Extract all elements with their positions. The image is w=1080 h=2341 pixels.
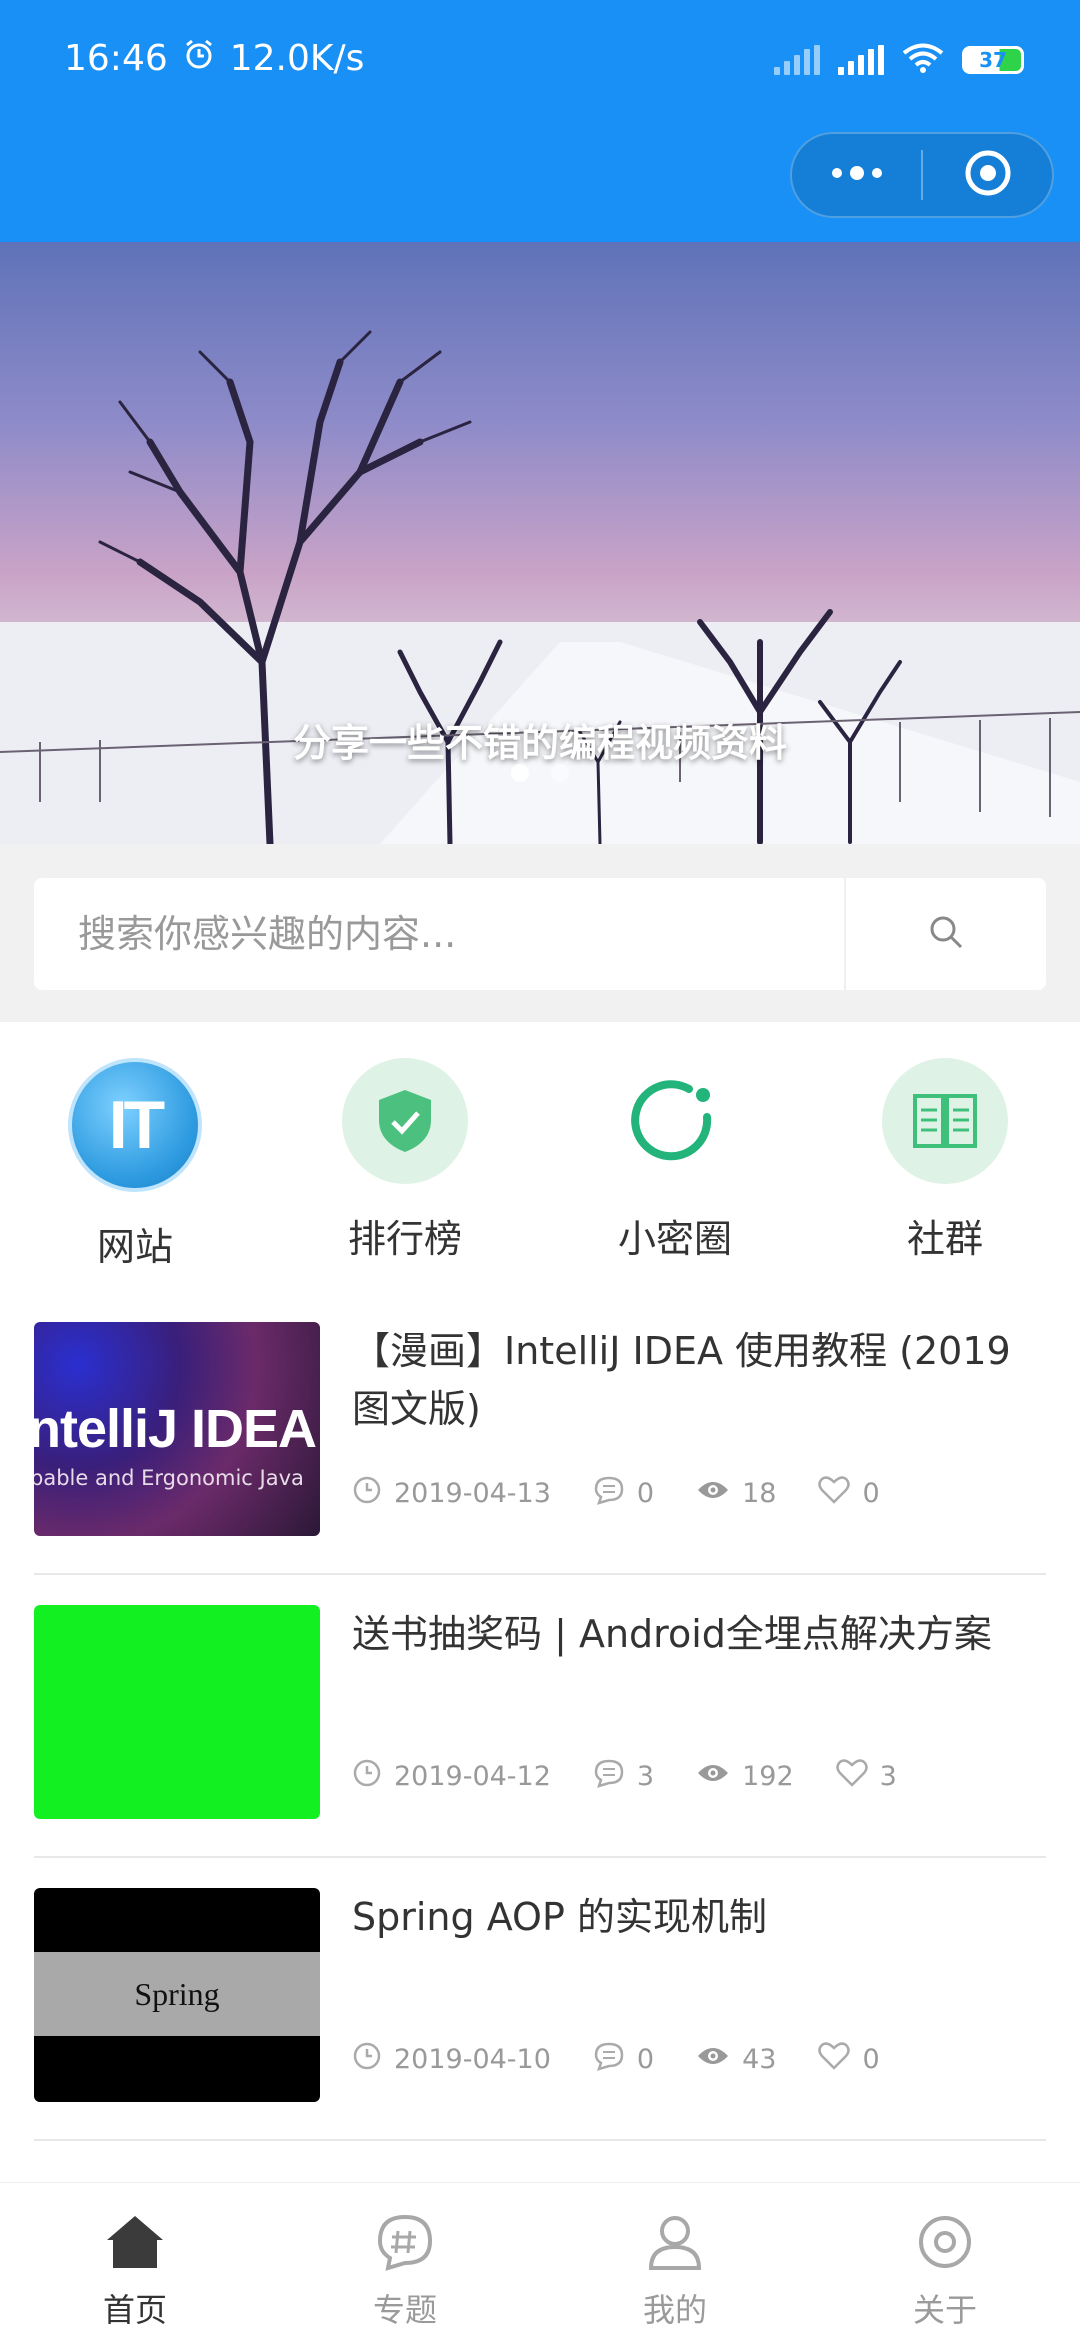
more-dots-icon	[829, 163, 885, 187]
heart-icon[interactable]	[818, 2042, 851, 2077]
comment-icon	[593, 1758, 625, 1795]
article-meta: 2019-04-12 3 192 3	[352, 1758, 939, 1795]
article-item[interactable]: ntelliJ IDEA pable and Ergonomic Java 【漫…	[34, 1292, 1046, 1575]
clock-icon	[352, 1475, 382, 1512]
category-label: 排行榜	[347, 1217, 462, 1261]
tab-home[interactable]: 首页	[0, 2183, 270, 2341]
battery-level: 37	[979, 48, 1007, 72]
article-date: 2019-04-13	[394, 1478, 551, 1509]
about-icon	[916, 2213, 974, 2275]
mini-program-capsule	[790, 132, 1054, 218]
carousel-dot-2[interactable]	[551, 764, 569, 782]
category-label: 网站	[96, 1225, 173, 1269]
close-button[interactable]	[923, 134, 1052, 216]
comment-icon	[593, 1475, 625, 1512]
clock-icon	[352, 2041, 382, 2078]
view-count: 192	[742, 1761, 794, 1792]
tab-label: 首页	[102, 2291, 167, 2329]
thumbnail-subtext: pable and Ergonomic Java	[34, 1466, 304, 1490]
article-title[interactable]: 【漫画】IntelliJ IDEA 使用教程 (2019图文版)	[352, 1322, 1042, 1438]
clock-icon	[352, 1758, 382, 1795]
like-count: 3	[879, 1761, 897, 1792]
category-label: 社群	[906, 1217, 983, 1261]
tab-label: 我的	[642, 2291, 707, 2329]
signal-icon	[838, 45, 884, 75]
topic-icon	[376, 2213, 434, 2275]
view-count: 18	[742, 1478, 777, 1509]
user-icon	[646, 2213, 704, 2275]
comment-icon	[593, 2041, 625, 2078]
category-website[interactable]: IT 网站	[0, 1022, 270, 1292]
like-count: 0	[862, 1478, 880, 1509]
top-header: 16:46 12.0K/s 37	[0, 0, 1080, 242]
comment-count: 3	[636, 1761, 655, 1792]
it-icon: IT	[68, 1058, 202, 1192]
status-bar-left: 16:46 12.0K/s	[64, 34, 364, 82]
eye-icon	[696, 2044, 730, 2075]
view-count: 43	[742, 2044, 777, 2075]
search-button[interactable]	[844, 878, 1046, 990]
thumbnail-text: Spring	[34, 1952, 320, 2036]
eye-icon	[696, 1478, 730, 1509]
banner-caption: 分享一些不错的编程视频资料	[292, 721, 787, 765]
article-meta: 2019-04-10 0 43 0	[352, 2041, 922, 2078]
category-grid: IT 网站 排行榜 小密圈 社群	[0, 1022, 1080, 1292]
search-bar	[34, 878, 1046, 990]
target-icon	[963, 148, 1013, 202]
wifi-icon	[902, 42, 944, 78]
article-thumbnail	[34, 1605, 320, 1819]
tab-about[interactable]: 关于	[810, 2183, 1080, 2341]
carousel-indicator	[0, 764, 1080, 782]
alarm-icon	[182, 37, 216, 80]
tab-topics[interactable]: 专题	[270, 2183, 540, 2341]
banner-carousel[interactable]: 分享一些不错的编程视频资料	[0, 242, 1080, 844]
battery-icon: 37	[962, 46, 1024, 74]
like-count: 0	[862, 2044, 880, 2075]
article-meta: 2019-04-13 0 18 0	[352, 1475, 922, 1512]
article-item[interactable]: 送书抽奖码 | Android全埋点解决方案 2019-04-12 3 192 …	[34, 1575, 1046, 1858]
book-icon	[882, 1058, 1008, 1184]
article-list: ntelliJ IDEA pable and Ergonomic Java 【漫…	[34, 1292, 1046, 2141]
heart-icon[interactable]	[818, 1476, 851, 1511]
search-area	[0, 844, 1080, 1022]
status-bar-right: 37	[774, 36, 1024, 84]
article-title[interactable]: 送书抽奖码 | Android全埋点解决方案	[352, 1605, 1042, 1663]
status-time: 16:46	[64, 37, 168, 79]
home-icon	[104, 2213, 166, 2275]
search-input[interactable]	[34, 911, 844, 957]
shield-check-icon	[342, 1058, 468, 1184]
tab-label: 关于	[912, 2291, 977, 2329]
heart-icon[interactable]	[835, 1759, 868, 1794]
bottom-tab-bar: 首页 专题 我的 关于	[0, 2182, 1080, 2341]
network-speed: 12.0K/s	[229, 37, 365, 79]
article-item[interactable]: Spring Spring AOP 的实现机制 2019-04-10 0 43 …	[34, 1858, 1046, 2141]
category-ranking[interactable]: 排行榜	[270, 1022, 540, 1292]
carousel-dot-1[interactable]	[511, 764, 529, 782]
article-date: 2019-04-10	[394, 2044, 551, 2075]
tab-label: 专题	[372, 2291, 437, 2329]
tab-mine[interactable]: 我的	[540, 2183, 810, 2341]
more-button[interactable]	[792, 134, 921, 216]
thumbnail-text: ntelliJ IDEA	[34, 1399, 317, 1459]
comment-count: 0	[636, 1478, 655, 1509]
article-thumbnail: Spring	[34, 1888, 320, 2102]
circle-dot-icon	[612, 1058, 738, 1184]
comment-count: 0	[636, 2044, 655, 2075]
eye-icon	[696, 1761, 730, 1792]
article-date: 2019-04-12	[394, 1761, 551, 1792]
signal-icon	[774, 45, 820, 75]
category-label: 小密圈	[617, 1217, 732, 1261]
category-community[interactable]: 社群	[810, 1022, 1080, 1292]
category-circle[interactable]: 小密圈	[540, 1022, 810, 1292]
search-icon	[928, 914, 964, 954]
article-title[interactable]: Spring AOP 的实现机制	[352, 1888, 1042, 1946]
article-thumbnail: ntelliJ IDEA pable and Ergonomic Java	[34, 1322, 320, 1536]
